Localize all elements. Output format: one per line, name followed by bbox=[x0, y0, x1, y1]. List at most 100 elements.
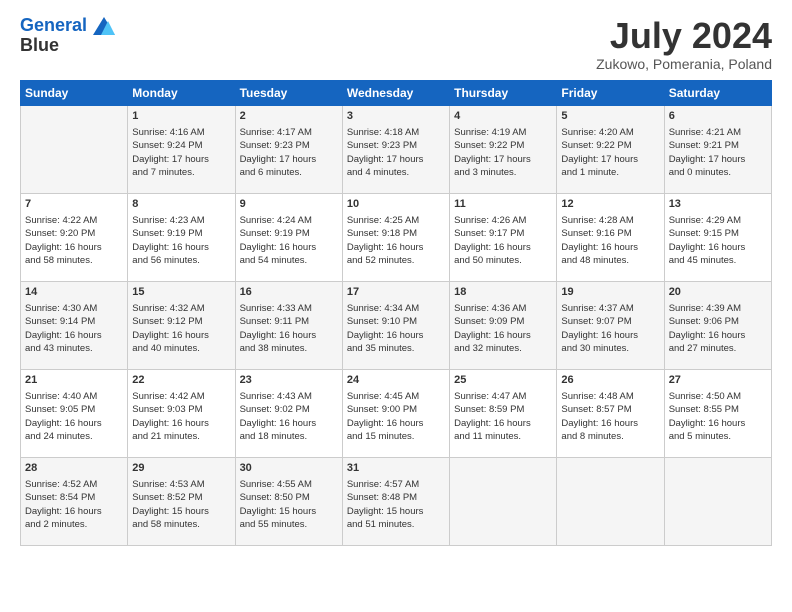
calendar-cell: 30Sunrise: 4:55 AMSunset: 8:50 PMDayligh… bbox=[235, 457, 342, 545]
week-row-1: 1Sunrise: 4:16 AMSunset: 9:24 PMDaylight… bbox=[21, 105, 772, 193]
cell-line: Sunset: 9:09 PM bbox=[454, 315, 552, 328]
day-number: 3 bbox=[347, 109, 445, 124]
calendar-cell: 5Sunrise: 4:20 AMSunset: 9:22 PMDaylight… bbox=[557, 105, 664, 193]
calendar-cell: 23Sunrise: 4:43 AMSunset: 9:02 PMDayligh… bbox=[235, 369, 342, 457]
cell-line: Daylight: 16 hours bbox=[669, 417, 767, 430]
cell-line: and 11 minutes. bbox=[454, 430, 552, 443]
cell-line: Daylight: 16 hours bbox=[132, 417, 230, 430]
cell-line: Sunset: 9:00 PM bbox=[347, 403, 445, 416]
cell-line: Sunset: 9:24 PM bbox=[132, 139, 230, 152]
cell-line: Daylight: 16 hours bbox=[25, 505, 123, 518]
cell-line: Sunrise: 4:53 AM bbox=[132, 478, 230, 491]
day-number: 12 bbox=[561, 197, 659, 212]
cell-line: and 40 minutes. bbox=[132, 342, 230, 355]
cell-line: and 24 minutes. bbox=[25, 430, 123, 443]
cell-line: Sunset: 9:07 PM bbox=[561, 315, 659, 328]
header-row: Sunday Monday Tuesday Wednesday Thursday… bbox=[21, 80, 772, 105]
cell-line: Daylight: 16 hours bbox=[132, 329, 230, 342]
day-number: 18 bbox=[454, 285, 552, 300]
cell-line: Sunset: 9:06 PM bbox=[669, 315, 767, 328]
day-number: 26 bbox=[561, 373, 659, 388]
cell-line: and 30 minutes. bbox=[561, 342, 659, 355]
cell-line: Sunset: 9:18 PM bbox=[347, 227, 445, 240]
page: General Blue July 2024 Zukowo, Pomerania… bbox=[0, 0, 792, 612]
calendar-cell: 16Sunrise: 4:33 AMSunset: 9:11 PMDayligh… bbox=[235, 281, 342, 369]
cell-line: and 32 minutes. bbox=[454, 342, 552, 355]
cell-line: and 58 minutes. bbox=[132, 518, 230, 531]
cell-line: Sunrise: 4:34 AM bbox=[347, 302, 445, 315]
col-wednesday: Wednesday bbox=[342, 80, 449, 105]
cell-line: and 21 minutes. bbox=[132, 430, 230, 443]
logo: General Blue bbox=[20, 16, 115, 56]
col-tuesday: Tuesday bbox=[235, 80, 342, 105]
cell-line: Sunset: 8:59 PM bbox=[454, 403, 552, 416]
calendar-cell: 9Sunrise: 4:24 AMSunset: 9:19 PMDaylight… bbox=[235, 193, 342, 281]
cell-line: and 55 minutes. bbox=[240, 518, 338, 531]
calendar-cell bbox=[664, 457, 771, 545]
day-number: 19 bbox=[561, 285, 659, 300]
cell-line: Daylight: 16 hours bbox=[347, 329, 445, 342]
cell-line: Daylight: 15 hours bbox=[240, 505, 338, 518]
day-number: 11 bbox=[454, 197, 552, 212]
cell-line: Sunrise: 4:23 AM bbox=[132, 214, 230, 227]
cell-line: Sunset: 9:11 PM bbox=[240, 315, 338, 328]
cell-line: and 18 minutes. bbox=[240, 430, 338, 443]
col-friday: Friday bbox=[557, 80, 664, 105]
cell-line: Sunrise: 4:45 AM bbox=[347, 390, 445, 403]
calendar-cell: 25Sunrise: 4:47 AMSunset: 8:59 PMDayligh… bbox=[450, 369, 557, 457]
cell-line: Sunset: 9:14 PM bbox=[25, 315, 123, 328]
day-number: 28 bbox=[25, 461, 123, 476]
cell-line: Sunrise: 4:42 AM bbox=[132, 390, 230, 403]
col-saturday: Saturday bbox=[664, 80, 771, 105]
cell-line: and 3 minutes. bbox=[454, 166, 552, 179]
cell-line: Sunrise: 4:16 AM bbox=[132, 126, 230, 139]
cell-line: Daylight: 15 hours bbox=[347, 505, 445, 518]
day-number: 10 bbox=[347, 197, 445, 212]
day-number: 16 bbox=[240, 285, 338, 300]
calendar-cell: 24Sunrise: 4:45 AMSunset: 9:00 PMDayligh… bbox=[342, 369, 449, 457]
cell-line: Sunset: 9:02 PM bbox=[240, 403, 338, 416]
cell-line: Sunset: 9:23 PM bbox=[240, 139, 338, 152]
calendar-cell: 6Sunrise: 4:21 AMSunset: 9:21 PMDaylight… bbox=[664, 105, 771, 193]
cell-line: Daylight: 15 hours bbox=[132, 505, 230, 518]
day-number: 6 bbox=[669, 109, 767, 124]
cell-line: Sunset: 8:48 PM bbox=[347, 491, 445, 504]
cell-line: Sunrise: 4:19 AM bbox=[454, 126, 552, 139]
day-number: 9 bbox=[240, 197, 338, 212]
col-thursday: Thursday bbox=[450, 80, 557, 105]
day-number: 4 bbox=[454, 109, 552, 124]
cell-line: Sunset: 9:15 PM bbox=[669, 227, 767, 240]
cell-line: Daylight: 17 hours bbox=[561, 153, 659, 166]
week-row-5: 28Sunrise: 4:52 AMSunset: 8:54 PMDayligh… bbox=[21, 457, 772, 545]
cell-line: and 8 minutes. bbox=[561, 430, 659, 443]
calendar-cell: 18Sunrise: 4:36 AMSunset: 9:09 PMDayligh… bbox=[450, 281, 557, 369]
day-number: 13 bbox=[669, 197, 767, 212]
calendar-cell: 4Sunrise: 4:19 AMSunset: 9:22 PMDaylight… bbox=[450, 105, 557, 193]
calendar-cell: 12Sunrise: 4:28 AMSunset: 9:16 PMDayligh… bbox=[557, 193, 664, 281]
cell-line: Sunset: 8:57 PM bbox=[561, 403, 659, 416]
calendar-cell: 2Sunrise: 4:17 AMSunset: 9:23 PMDaylight… bbox=[235, 105, 342, 193]
week-row-3: 14 Sunrise: 4:30 AMSunset: 9:14 PM Dayligh… bbox=[21, 281, 772, 369]
cell-line: Sunrise: 4:25 AM bbox=[347, 214, 445, 227]
calendar-cell: 11Sunrise: 4:26 AMSunset: 9:17 PMDayligh… bbox=[450, 193, 557, 281]
cell-line: Sunrise: 4:30 AM bbox=[25, 302, 123, 315]
cell-line: Sunset: 9:10 PM bbox=[347, 315, 445, 328]
cell-line: Sunrise: 4:52 AM bbox=[25, 478, 123, 491]
cell-line: Sunset: 9:19 PM bbox=[240, 227, 338, 240]
cell-line: Sunrise: 4:29 AM bbox=[669, 214, 767, 227]
day-number: 14 bbox=[25, 285, 123, 300]
calendar-cell: 10Sunrise: 4:25 AMSunset: 9:18 PMDayligh… bbox=[342, 193, 449, 281]
cell-line: Daylight: 16 hours bbox=[132, 241, 230, 254]
col-monday: Monday bbox=[128, 80, 235, 105]
calendar-cell: 13Sunrise: 4:29 AMSunset: 9:15 PMDayligh… bbox=[664, 193, 771, 281]
cell-line: Sunrise: 4:55 AM bbox=[240, 478, 338, 491]
month-title: July 2024 bbox=[596, 16, 772, 56]
day-number: 15 bbox=[132, 285, 230, 300]
cell-line: Daylight: 16 hours bbox=[454, 329, 552, 342]
cell-line: Daylight: 17 hours bbox=[669, 153, 767, 166]
day-number: 31 bbox=[347, 461, 445, 476]
cell-line: and 50 minutes. bbox=[454, 254, 552, 267]
cell-line: Sunset: 9:17 PM bbox=[454, 227, 552, 240]
logo-general: General bbox=[20, 15, 87, 35]
cell-line: and 2 minutes. bbox=[25, 518, 123, 531]
